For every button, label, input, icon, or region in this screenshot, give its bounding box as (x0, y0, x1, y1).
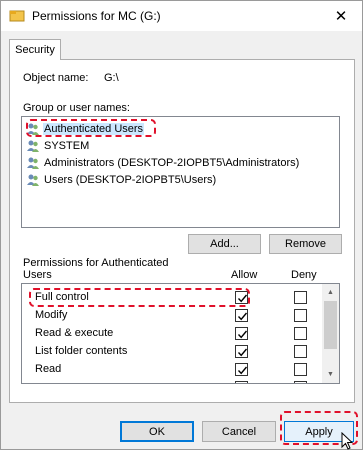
group-user-list[interactable]: Authenticated Users SYSTEM Administrator… (21, 116, 340, 228)
deny-column-header: Deny (291, 269, 317, 281)
permission-row: Read (22, 360, 322, 378)
users-icon (27, 140, 39, 152)
deny-checkbox[interactable] (294, 291, 307, 304)
cancel-button[interactable]: Cancel (202, 421, 276, 442)
remove-button[interactable]: Remove (269, 234, 342, 254)
group-item-users[interactable]: Users (DESKTOP-2IOPBT5\Users) (26, 172, 217, 188)
permissions-label-line: Permissions for Authenticated (23, 257, 169, 269)
object-name-label: Object name: (23, 72, 89, 84)
deny-checkbox[interactable] (294, 363, 307, 376)
permission-name: Read (35, 363, 62, 375)
allow-checkbox[interactable] (235, 381, 248, 383)
allow-column-header: Allow (231, 269, 258, 281)
group-item-label: Users (DESKTOP-2IOPBT5\Users) (44, 174, 217, 186)
allow-checkbox[interactable] (235, 345, 248, 358)
group-item-label: Administrators (DESKTOP-2IOPBT5\Administ… (44, 157, 300, 169)
allow-checkbox[interactable] (235, 363, 248, 376)
allow-checkbox[interactable] (235, 327, 248, 340)
drive-icon (9, 9, 25, 23)
users-icon (27, 123, 39, 135)
group-item-label: SYSTEM (44, 140, 90, 152)
scroll-down-arrow-icon[interactable]: ▼ (322, 366, 339, 383)
allow-checkbox[interactable] (235, 291, 248, 304)
permissions-dialog: Permissions for MC (G:) ✕ Security Objec… (0, 0, 363, 450)
window-title: Permissions for MC (G:) (32, 9, 161, 23)
permissions-label: Permissions for Authenticated Users (23, 257, 169, 281)
group-item-administrators[interactable]: Administrators (DESKTOP-2IOPBT5\Administ… (26, 155, 300, 171)
permission-row (22, 378, 322, 383)
permissions-scrollbar[interactable]: ▲ ▼ (322, 284, 339, 383)
title-bar[interactable]: Permissions for MC (G:) ✕ (1, 1, 362, 31)
close-button[interactable]: ✕ (320, 1, 362, 31)
group-item-label: Authenticated Users (43, 123, 145, 135)
permission-name: Full control (35, 291, 89, 303)
deny-checkbox[interactable] (294, 327, 307, 340)
object-name-value: G:\ (104, 72, 119, 84)
users-icon (27, 174, 39, 186)
permission-row: Modify (22, 306, 322, 324)
mouse-cursor-icon (341, 432, 354, 450)
allow-checkbox[interactable] (235, 309, 248, 322)
deny-checkbox[interactable] (294, 309, 307, 322)
permission-name: Modify (35, 309, 68, 321)
permission-row: Read & execute (22, 324, 322, 342)
group-list-label: Group or user names: (23, 102, 130, 114)
permissions-list: Read List folder contents Read & execute Mo… (21, 283, 340, 384)
deny-checkbox[interactable] (294, 381, 307, 383)
group-item-system[interactable]: SYSTEM (26, 138, 90, 154)
users-icon (27, 157, 39, 169)
permission-name: Read & execute (35, 327, 114, 339)
permission-name: List folder contents (35, 345, 128, 357)
permission-row: Full control (22, 288, 322, 306)
ok-button[interactable]: OK (120, 421, 194, 442)
tab-security[interactable]: Security (9, 39, 61, 60)
scrollbar-thumb[interactable] (324, 301, 337, 349)
permissions-label-line: Users (23, 269, 52, 281)
group-item-authenticated-users[interactable]: Authenticated Users (26, 121, 145, 137)
add-button[interactable]: Add... (188, 234, 261, 254)
deny-checkbox[interactable] (294, 345, 307, 358)
scroll-up-arrow-icon[interactable]: ▲ (322, 284, 339, 301)
permission-row: List folder contents (22, 342, 322, 360)
